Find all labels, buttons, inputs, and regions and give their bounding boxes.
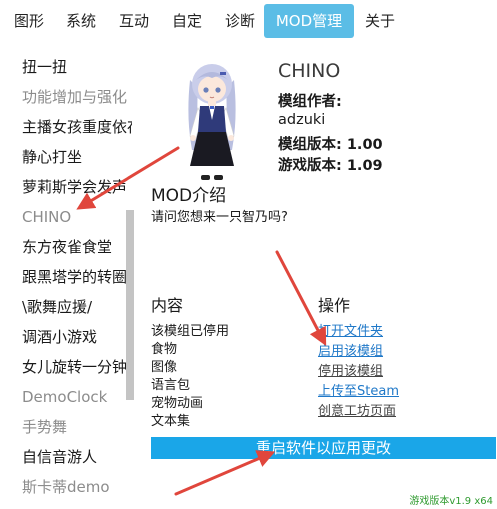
arrow-to-restart-button (174, 450, 276, 496)
open-folder-link[interactable]: 打开文件夹 (318, 320, 383, 339)
menu-graphics[interactable]: 图形 (6, 4, 52, 38)
version-label: 游戏版本v1.9 x64 (409, 496, 493, 507)
list-item[interactable]: \歌舞应援/ (22, 292, 132, 322)
content-item: 食物 (151, 342, 178, 357)
list-item[interactable]: 功能增加与强化 (22, 82, 132, 112)
list-scrollbar[interactable] (126, 210, 134, 400)
mod-intro-text: 请问您想来一只智乃吗? (151, 210, 288, 225)
content-item: 语言包 (151, 378, 191, 393)
list-item[interactable]: 扭一扭 (22, 52, 132, 82)
list-item-selected[interactable]: CHINO (22, 202, 132, 232)
list-item[interactable]: 跟黑塔学的转圈 (22, 262, 132, 292)
content-section-title: 内容 (151, 296, 184, 315)
list-item[interactable]: 调酒小游戏 (22, 322, 132, 352)
mod-author-label: 模组作者: (278, 94, 342, 110)
menu-diagnostics[interactable]: 诊断 (216, 4, 264, 38)
upload-steam-link[interactable]: 上传至Steam (318, 380, 399, 399)
restart-button[interactable]: 重启软件以应用更改 (151, 437, 496, 459)
menu-system[interactable]: 系统 (57, 4, 105, 38)
menu-custom[interactable]: 自定 (163, 4, 211, 38)
list-item[interactable]: 静心打坐 (22, 142, 132, 172)
mod-list: 扭一扭 功能增加与强化 主播女孩重度依存 静心打坐 萝莉斯学会发声 CHINO … (0, 50, 137, 506)
menu-about[interactable]: 关于 (358, 4, 402, 38)
list-item[interactable]: 手势舞 (22, 412, 132, 442)
list-item[interactable]: 主播女孩重度依存 (22, 112, 132, 142)
mod-version: 模组版本: 1.00 (278, 137, 383, 153)
top-menu-bar: 图形 系统 互动 自定 诊断 MOD管理 关于 (0, 0, 497, 42)
content-item: 宠物动画 (151, 396, 204, 411)
content-item: 文本集 (151, 414, 191, 429)
workshop-page-link[interactable]: 创意工坊页面 (318, 400, 396, 419)
list-item[interactable]: 自信音游人 (22, 442, 132, 472)
mod-author: adzuki (278, 112, 326, 128)
list-item[interactable]: 斯卡蒂demo (22, 472, 132, 502)
content-item: 该模组已停用 (151, 324, 230, 339)
menu-interaction[interactable]: 互动 (110, 4, 158, 38)
actions-section-title: 操作 (318, 296, 351, 315)
list-item[interactable]: 东方夜雀食堂 (22, 232, 132, 262)
mod-character-portrait (188, 64, 236, 180)
list-item[interactable]: 女儿旋转一分钟 (22, 352, 132, 382)
mod-intro-title: MOD介绍 (151, 186, 227, 206)
mod-name: CHINO (278, 60, 341, 82)
list-item[interactable]: DemoClock (22, 382, 132, 412)
content-item: 图像 (151, 360, 178, 375)
game-version: 游戏版本: 1.09 (278, 158, 383, 174)
menu-mod-manager[interactable]: MOD管理 (264, 4, 354, 38)
disable-mod-link[interactable]: 停用该模组 (318, 360, 383, 379)
enable-mod-link[interactable]: 启用该模组 (318, 340, 383, 359)
list-item[interactable]: 萝莉斯学会发声 (22, 172, 132, 202)
arrow-to-enable-link (275, 250, 327, 346)
